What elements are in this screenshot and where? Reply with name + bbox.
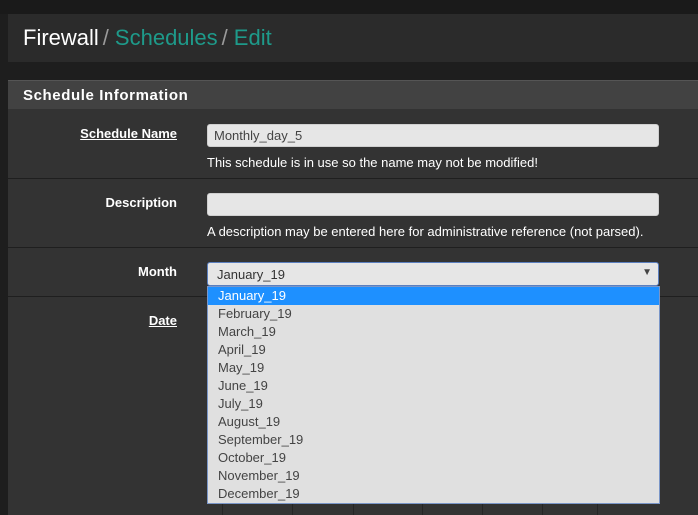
breadcrumb-separator: /	[102, 25, 109, 50]
month-option[interactable]: April_19	[208, 341, 659, 359]
calendar-grid-line	[597, 504, 598, 515]
breadcrumb: Firewall / Schedules / Edit	[23, 25, 272, 51]
calendar-grid-line	[422, 504, 423, 515]
calendar-grid-line	[292, 504, 293, 515]
month-option[interactable]: February_19	[208, 305, 659, 323]
month-option[interactable]: September_19	[208, 431, 659, 449]
chevron-down-icon: ▼	[642, 267, 652, 278]
month-label: Month	[138, 264, 177, 279]
row-divider	[8, 247, 698, 248]
schedule-information-panel: Schedule Information Schedule Name This …	[8, 80, 698, 515]
month-option[interactable]: August_19	[208, 413, 659, 431]
schedule-name-input[interactable]	[207, 124, 659, 147]
month-option[interactable]: March_19	[208, 323, 659, 341]
month-option[interactable]: October_19	[208, 449, 659, 467]
schedule-name-label: Schedule Name	[80, 126, 177, 141]
schedule-name-help: This schedule is in use so the name may …	[207, 155, 538, 170]
month-select-value: January_19	[217, 267, 285, 282]
breadcrumb-firewall: Firewall	[23, 25, 99, 50]
breadcrumb-edit-link[interactable]: Edit	[234, 25, 272, 50]
row-divider	[8, 178, 698, 179]
month-option[interactable]: June_19	[208, 377, 659, 395]
month-option[interactable]: July_19	[208, 395, 659, 413]
page-header: Firewall / Schedules / Edit	[8, 14, 698, 62]
top-bar	[0, 0, 698, 14]
description-help: A description may be entered here for ad…	[207, 224, 644, 239]
month-option[interactable]: November_19	[208, 467, 659, 485]
calendar-grid-line	[542, 504, 543, 515]
calendar-grid-line	[353, 504, 354, 515]
calendar-grid-line	[222, 504, 223, 515]
month-select[interactable]: January_19 ▼	[207, 262, 659, 286]
description-label: Description	[105, 195, 177, 210]
panel-title: Schedule Information	[23, 87, 189, 104]
month-dropdown-list[interactable]: January_19 February_19 March_19 April_19…	[207, 286, 660, 504]
breadcrumb-schedules-link[interactable]: Schedules	[115, 25, 218, 50]
month-option[interactable]: January_19	[208, 287, 659, 305]
month-option[interactable]: December_19	[208, 485, 659, 503]
calendar-grid-line	[482, 504, 483, 515]
breadcrumb-separator: /	[221, 25, 228, 50]
date-label: Date	[148, 313, 177, 328]
month-option[interactable]: May_19	[208, 359, 659, 377]
description-input[interactable]	[207, 193, 659, 216]
panel-heading: Schedule Information	[8, 80, 698, 109]
